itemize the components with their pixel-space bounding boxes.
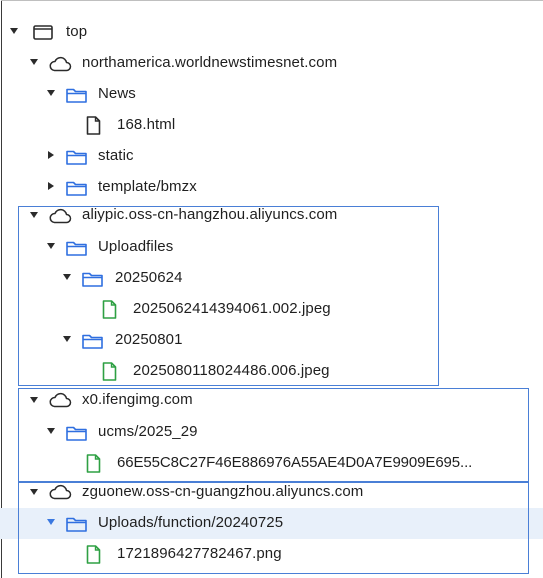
cloud-icon (49, 208, 72, 224)
tree-row-folder-selected[interactable]: Uploads/function/20240725 (0, 508, 543, 539)
image-file-icon (86, 545, 101, 564)
tree-row-label: aliypic.oss-cn-hangzhou.aliyuncs.com (82, 206, 338, 223)
folder-icon (82, 334, 103, 349)
expand-arrow-icon[interactable] (30, 489, 38, 495)
tree-row-label: 20250624 (115, 269, 183, 286)
tree-row-host[interactable]: zguonew.oss-cn-guangzhou.aliyuncs.com (0, 478, 543, 509)
expand-arrow-icon[interactable] (47, 90, 55, 96)
expand-arrow-icon[interactable] (10, 28, 18, 34)
tree-row-folder[interactable]: News (0, 79, 543, 110)
tree-row-label: 168.html (117, 116, 176, 133)
image-file-icon (86, 454, 101, 473)
frame-icon (33, 25, 53, 40)
tree-row-host[interactable]: aliypic.oss-cn-hangzhou.aliyuncs.com (0, 201, 543, 232)
tree-row-file[interactable]: 2025062414394061.002.jpeg (0, 294, 543, 325)
tree-row-host[interactable]: northamerica.worldnewstimesnet.com (0, 48, 543, 79)
tree-row-folder[interactable]: 20250624 (0, 263, 543, 294)
expand-arrow-icon[interactable] (30, 212, 38, 218)
collapse-arrow-icon[interactable] (48, 181, 54, 190)
expand-arrow-icon[interactable] (63, 336, 71, 342)
collapse-arrow-icon[interactable] (48, 150, 54, 159)
tree-row-folder[interactable]: ucms/2025_29 (0, 417, 543, 448)
tree-row-label: 2025080118024486.006.jpeg (133, 362, 330, 379)
folder-icon (66, 517, 87, 532)
panel-top-border (1, 0, 543, 1)
expand-arrow-icon[interactable] (47, 519, 55, 525)
folder-icon (82, 272, 103, 287)
tree-row-label: static (98, 147, 134, 164)
tree-row-label: ucms/2025_29 (98, 423, 198, 440)
file-icon (86, 116, 101, 135)
image-file-icon (102, 362, 117, 381)
tree-row-folder[interactable]: template/bmzx (0, 172, 543, 203)
tree-row-file[interactable]: 1721896427782467.png (0, 539, 543, 570)
expand-arrow-icon[interactable] (47, 428, 55, 434)
cloud-icon (49, 392, 72, 408)
tree-row-label: Uploadfiles (98, 238, 174, 255)
expand-arrow-icon[interactable] (47, 243, 55, 249)
expand-arrow-icon[interactable] (30, 397, 38, 403)
tree-row-host[interactable]: x0.ifengimg.com (0, 386, 543, 417)
tree-row-label: 2025062414394061.002.jpeg (133, 300, 331, 317)
tree-row-folder[interactable]: Uploadfiles (0, 232, 543, 263)
tree-row-file[interactable]: 66E55C8C27F46E886976A55AE4D0A7E9909E695.… (0, 448, 543, 479)
folder-icon (66, 241, 87, 256)
folder-icon (66, 150, 87, 165)
folder-icon (66, 426, 87, 441)
tree-row-top[interactable]: top (0, 17, 543, 48)
tree-row-label: template/bmzx (98, 178, 197, 195)
tree-row-label: Uploads/function/20240725 (98, 514, 284, 531)
folder-icon (66, 181, 87, 196)
tree-row-label: 66E55C8C27F46E886976A55AE4D0A7E9909E695.… (117, 454, 473, 471)
image-file-icon (102, 300, 117, 319)
tree-row-label: zguonew.oss-cn-guangzhou.aliyuncs.com (82, 483, 364, 500)
tree-row-label: 20250801 (115, 331, 183, 348)
tree-row-folder[interactable]: 20250801 (0, 325, 543, 356)
tree-row-label: 1721896427782467.png (117, 545, 282, 562)
tree-row-label: News (98, 85, 136, 102)
tree-row-label: x0.ifengimg.com (82, 391, 193, 408)
tree-row-file[interactable]: 168.html (0, 110, 543, 141)
folder-icon (66, 88, 87, 103)
tree-row-folder[interactable]: static (0, 141, 543, 172)
expand-arrow-icon[interactable] (63, 274, 71, 280)
tree-row-label: top (66, 23, 88, 40)
cloud-icon (49, 484, 72, 500)
tree-row-label: northamerica.worldnewstimesnet.com (82, 54, 338, 71)
cloud-icon (49, 56, 72, 72)
expand-arrow-icon[interactable] (30, 59, 38, 65)
tree-row-file[interactable]: 2025080118024486.006.jpeg (0, 356, 543, 387)
